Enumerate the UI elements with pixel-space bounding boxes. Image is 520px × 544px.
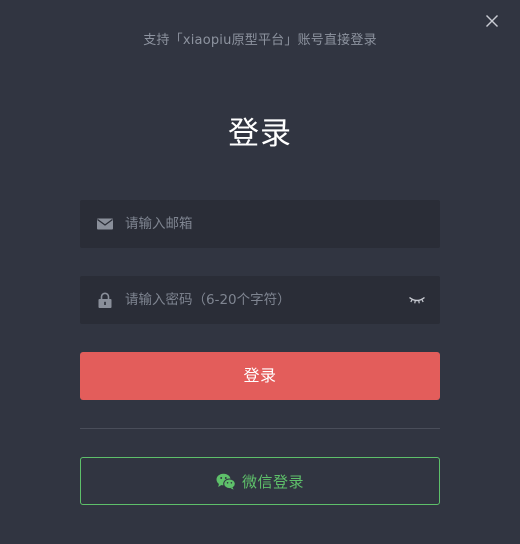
divider (80, 428, 440, 429)
eye-closed-icon[interactable] (408, 294, 426, 306)
email-field[interactable] (80, 200, 440, 248)
login-subtitle: 支持「xiaopiu原型平台」账号直接登录 (143, 33, 377, 48)
password-field[interactable] (80, 276, 440, 324)
password-input[interactable] (125, 276, 395, 324)
close-icon[interactable] (484, 13, 500, 29)
wechat-login-button[interactable]: 微信登录 (80, 457, 440, 505)
lock-icon (96, 291, 114, 309)
page-title: 登录 (228, 116, 292, 152)
email-input[interactable] (125, 200, 395, 248)
wechat-icon (216, 473, 236, 490)
wechat-login-label: 微信登录 (241, 472, 304, 491)
login-button[interactable]: 登录 (80, 352, 440, 400)
envelope-icon (96, 215, 114, 233)
login-dialog: 支持「xiaopiu原型平台」账号直接登录 登录 请输入邮箱 登录 微信登录 (0, 0, 520, 544)
